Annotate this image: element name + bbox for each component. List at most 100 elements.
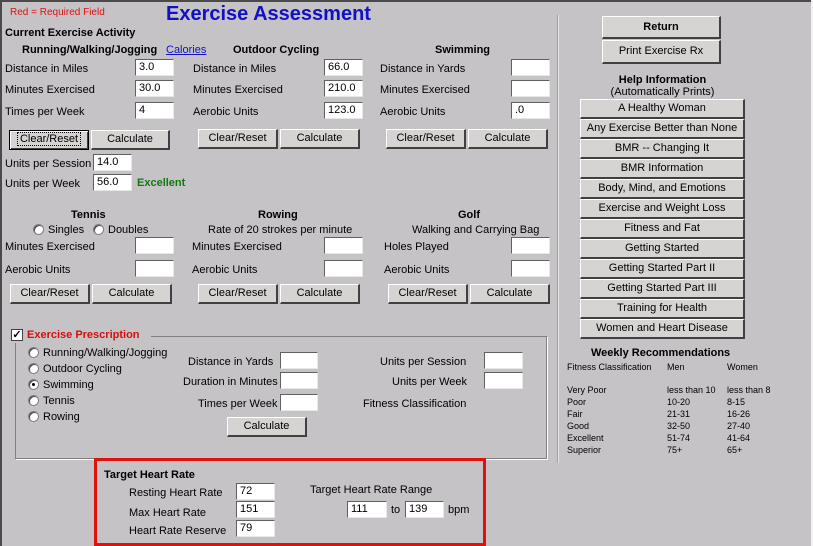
help-item-button[interactable]: Exercise and Weight Loss	[580, 199, 745, 219]
tennis-aerobic-input[interactable]	[135, 260, 174, 277]
swimming-calculate-button[interactable]: Calculate	[468, 129, 548, 149]
hr-range-label: Target Heart Rate Range	[310, 484, 433, 496]
swimming-aerobic-label: Aerobic Units	[380, 106, 446, 118]
running-minutes-input[interactable]: 30.0	[135, 80, 174, 97]
rec-men-cell: 21-31	[667, 409, 691, 419]
golf-aerobic-label: Aerobic Units	[384, 264, 450, 276]
tennis-heading: Tennis	[71, 209, 106, 221]
golf-holes-input[interactable]	[511, 237, 550, 254]
tennis-doubles-radio[interactable]	[93, 224, 104, 235]
max-hr-input[interactable]: 151	[236, 501, 275, 518]
rx-option-swimming-radio[interactable]	[28, 379, 39, 390]
swimming-minutes-input[interactable]	[511, 80, 550, 97]
print-exercise-rx-button[interactable]: Print Exercise Rx	[602, 40, 721, 64]
rec-men-cell: 32-50	[667, 421, 691, 431]
hr-range-high-input[interactable]: 139	[405, 501, 444, 518]
required-field-note: Red = Required Field	[10, 7, 105, 18]
rx-calculate-button[interactable]: Calculate	[227, 417, 307, 437]
help-item-button[interactable]: BMR -- Changing It	[580, 139, 745, 159]
running-distance-input[interactable]: 3.0	[135, 59, 174, 76]
heart-rate-title: Target Heart Rate	[104, 469, 195, 481]
rowing-minutes-label: Minutes Exercised	[192, 241, 282, 253]
rowing-aerobic-label: Aerobic Units	[192, 264, 258, 276]
help-heading: Help Information	[618, 74, 707, 86]
rec-classification-cell: Very Poor	[567, 385, 607, 395]
prescription-checkbox[interactable]: ✓	[11, 329, 23, 341]
help-item-button[interactable]: Getting Started	[580, 239, 745, 259]
cycling-clear-button[interactable]: Clear/Reset	[198, 129, 278, 149]
rx-units-session-input[interactable]	[484, 352, 523, 369]
running-times-label: Times per Week	[5, 106, 85, 118]
hr-range-low-input[interactable]: 111	[347, 501, 387, 518]
help-item-button[interactable]: Women and Heart Disease	[580, 319, 745, 339]
units-session-input[interactable]: 14.0	[93, 154, 132, 171]
running-times-input[interactable]: 4	[135, 102, 174, 119]
help-item-button[interactable]: A Healthy Woman	[580, 99, 745, 119]
rowing-minutes-input[interactable]	[324, 237, 363, 254]
help-item-button[interactable]: BMR Information	[580, 159, 745, 179]
golf-clear-button[interactable]: Clear/Reset	[388, 284, 468, 304]
running-calculate-button[interactable]: Calculate	[91, 130, 170, 150]
rx-units-week-input[interactable]	[484, 372, 523, 389]
swimming-minutes-label: Minutes Exercised	[380, 84, 470, 96]
recommendations-heading: Weekly Recommendations	[591, 347, 731, 359]
rowing-aerobic-input[interactable]	[324, 260, 363, 277]
rx-option-running-radio[interactable]	[28, 347, 39, 358]
running-clear-button[interactable]: Clear/Reset	[9, 130, 89, 150]
rowing-calculate-button[interactable]: Calculate	[280, 284, 360, 304]
units-session-label: Units per Session	[5, 158, 92, 170]
tennis-singles-radio[interactable]	[33, 224, 44, 235]
running-heading: Running/Walking/Jogging	[22, 44, 158, 56]
cycling-aerobic-input[interactable]: 123.0	[324, 102, 363, 119]
golf-aerobic-input[interactable]	[511, 260, 550, 277]
rec-classification-cell: Excellent	[567, 433, 604, 443]
tennis-singles-label: Singles	[48, 224, 85, 236]
current-activity-heading: Current Exercise Activity	[5, 27, 136, 39]
units-week-label: Units per Week	[5, 178, 80, 190]
resting-hr-input[interactable]: 72	[236, 483, 275, 500]
rec-men-cell: less than 10	[667, 385, 716, 395]
calories-link[interactable]: Calories	[166, 44, 206, 56]
rx-times-input[interactable]	[280, 394, 318, 411]
help-item-button[interactable]: Training for Health	[580, 299, 745, 319]
rx-distance-input[interactable]	[280, 352, 318, 369]
cycling-distance-input[interactable]: 66.0	[324, 59, 363, 76]
tennis-calculate-button[interactable]: Calculate	[92, 284, 172, 304]
cycling-minutes-label: Minutes Exercised	[193, 84, 283, 96]
rec-women-cell: 16-26	[727, 409, 751, 419]
max-hr-label: Max Heart Rate	[129, 507, 207, 519]
rowing-clear-button[interactable]: Clear/Reset	[198, 284, 278, 304]
tennis-clear-button[interactable]: Clear/Reset	[10, 284, 90, 304]
tennis-minutes-input[interactable]	[135, 237, 174, 254]
rx-option-tennis-radio[interactable]	[28, 395, 39, 406]
rx-option-tennis-label: Tennis	[43, 395, 75, 407]
rec-col-classification: Fitness Classification	[567, 362, 652, 372]
rec-classification-cell: Fair	[567, 409, 583, 419]
rec-col-women: Women	[727, 362, 758, 372]
help-item-button[interactable]: Body, Mind, and Emotions	[580, 179, 745, 199]
swimming-clear-button[interactable]: Clear/Reset	[386, 129, 466, 149]
swimming-distance-input[interactable]	[511, 59, 550, 76]
page-title: Exercise Assessment	[166, 3, 371, 25]
hr-unit-label: bpm	[448, 504, 470, 516]
rx-duration-input[interactable]	[280, 372, 318, 389]
rx-option-cycling-radio[interactable]	[28, 363, 39, 374]
rec-men-cell: 51-74	[667, 433, 691, 443]
help-item-button[interactable]: Any Exercise Better than None	[580, 119, 745, 139]
hr-reserve-input[interactable]: 79	[236, 520, 275, 537]
rx-option-rowing-radio[interactable]	[28, 411, 39, 422]
running-minutes-label: Minutes Exercised	[5, 84, 95, 96]
help-item-button[interactable]: Getting Started Part II	[580, 259, 745, 279]
return-button[interactable]: Return	[602, 16, 721, 39]
units-week-input[interactable]: 56.0	[93, 174, 132, 191]
rowing-subheading: Rate of 20 strokes per minute	[208, 224, 353, 236]
help-item-button[interactable]: Getting Started Part III	[580, 279, 745, 299]
help-item-button[interactable]: Fitness and Fat	[580, 219, 745, 239]
rx-option-running-label: Running/Walking/Jogging	[43, 347, 168, 359]
swimming-aerobic-input[interactable]: .0	[511, 102, 550, 119]
swimming-heading: Swimming	[435, 44, 491, 56]
golf-heading: Golf	[458, 209, 480, 221]
cycling-calculate-button[interactable]: Calculate	[280, 129, 360, 149]
golf-calculate-button[interactable]: Calculate	[470, 284, 550, 304]
cycling-minutes-input[interactable]: 210.0	[324, 80, 363, 97]
